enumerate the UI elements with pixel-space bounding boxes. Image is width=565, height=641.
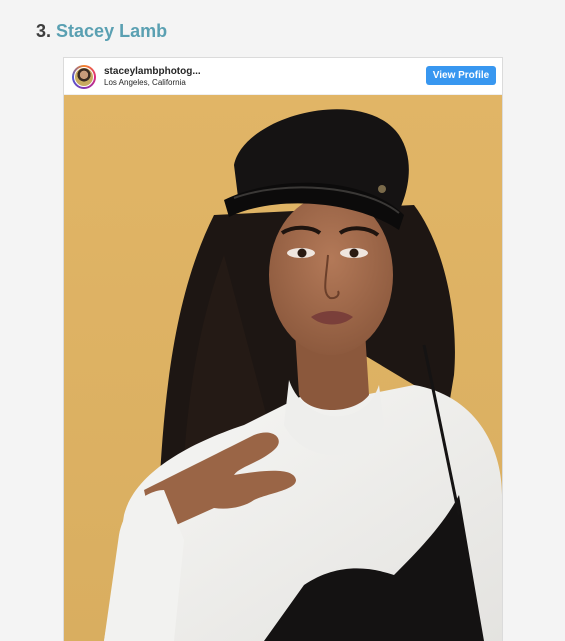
embed-header: staceylambphotog... Los Angeles, Califor… [64,58,502,95]
embed-username[interactable]: staceylambphotog... [104,66,201,77]
instagram-embed: staceylambphotog... Los Angeles, Califor… [63,57,503,641]
profile-avatar[interactable] [72,65,96,89]
avatar-image [74,67,94,87]
section-heading: 3. Stacey Lamb [36,20,167,42]
embed-photo[interactable] [64,95,502,641]
embed-location[interactable]: Los Angeles, California [104,78,186,87]
face [269,195,393,355]
photographer-name-link[interactable]: Stacey Lamb [56,21,167,41]
view-profile-button[interactable]: View Profile [426,66,496,85]
heading-number: 3. [36,21,52,41]
portrait-photo [64,95,502,641]
